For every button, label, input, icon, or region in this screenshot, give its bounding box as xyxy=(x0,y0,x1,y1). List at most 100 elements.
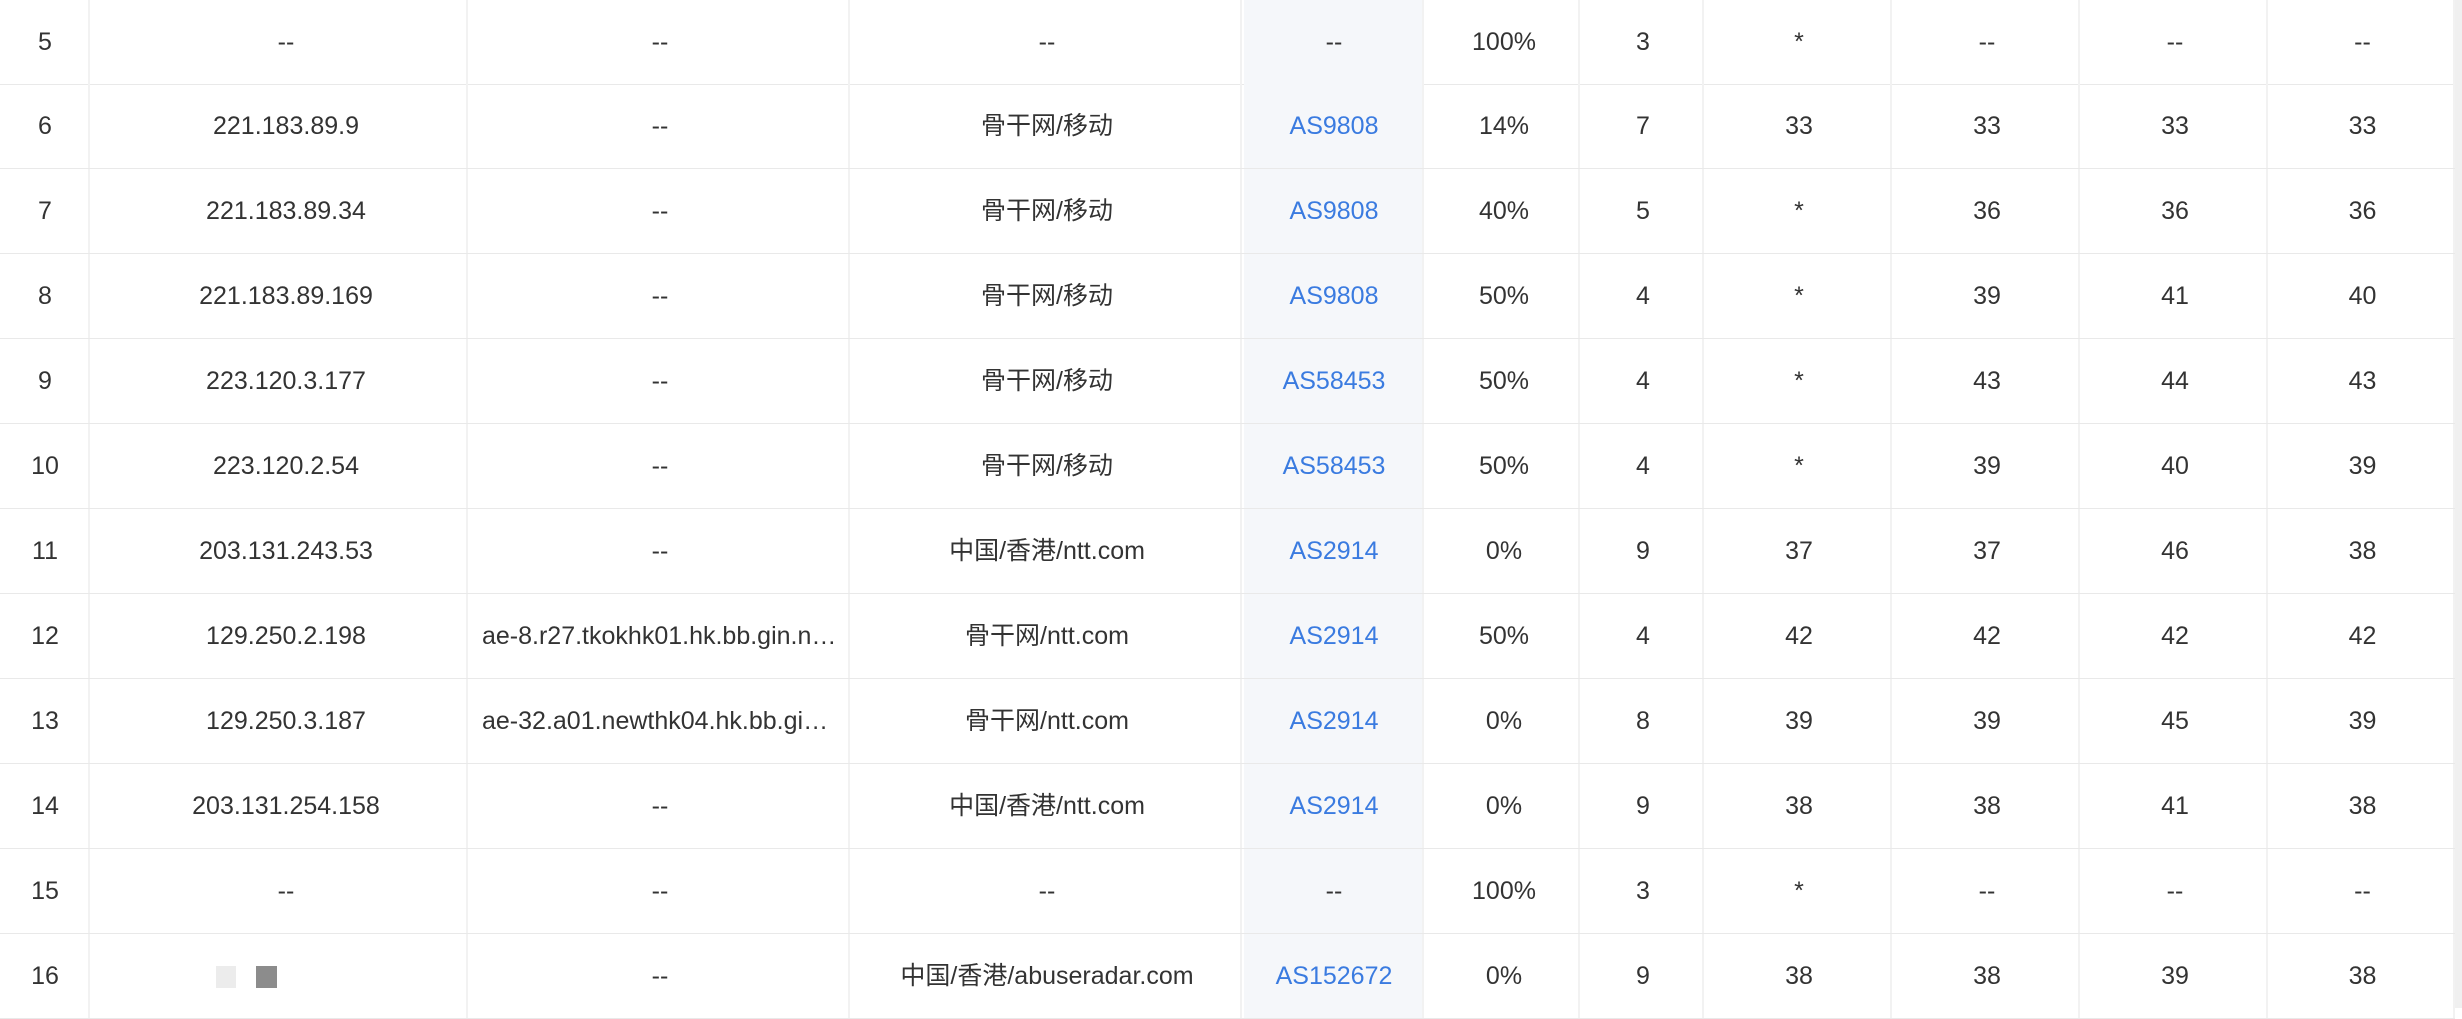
traceroute-table: 5 -- -- -- -- 100% 3 * -- -- -- 6 221.183.89.9 -- 骨干网/… xyxy=(0,0,2455,1019)
packet-loss: 0% xyxy=(1428,764,1580,848)
table-row: 8 221.183.89.169 -- 骨干网/移动 AS9808 50% 4 * 39 41 40 xyxy=(0,254,2455,339)
packets-sent: 9 xyxy=(1582,934,1704,1018)
geo-location: 骨干网/移动 xyxy=(852,424,1242,508)
packet-loss: 50% xyxy=(1428,254,1580,338)
geo-location: 骨干网/移动 xyxy=(852,339,1242,423)
vertical-scrollbar[interactable] xyxy=(2455,0,2462,1008)
latency-last: * xyxy=(1706,254,1892,338)
hostname: ae-8.r27.tkokhk01.hk.bb.gin.ntt.net xyxy=(470,594,850,678)
latency-last: 37 xyxy=(1706,509,1892,593)
geo-location: -- xyxy=(852,0,1242,84)
latency-avg: -- xyxy=(1894,0,2080,84)
table-row: 11 203.131.243.53 -- 中国/香港/ntt.com AS2914 0% 9… xyxy=(0,509,2455,594)
ip-address: 203.131.254.158 xyxy=(104,764,468,848)
asn-link[interactable]: AS9808 xyxy=(1244,84,1424,168)
hop-number: 13 xyxy=(0,679,90,763)
latency-worst: -- xyxy=(2270,0,2455,84)
latency-last: * xyxy=(1706,849,1892,933)
hostname: -- xyxy=(470,764,850,848)
hostname: -- xyxy=(470,0,850,84)
hostname: -- xyxy=(470,169,850,253)
latency-worst: 38 xyxy=(2270,764,2455,848)
latency-avg: 33 xyxy=(1894,84,2080,168)
latency-worst: 39 xyxy=(2270,424,2455,508)
packets-sent: 4 xyxy=(1582,594,1704,678)
geo-location: 骨干网/ntt.com xyxy=(852,679,1242,763)
geo-location: 中国/香港/ntt.com xyxy=(852,764,1242,848)
latency-last: 42 xyxy=(1706,594,1892,678)
packets-sent: 8 xyxy=(1582,679,1704,763)
hop-number: 12 xyxy=(0,594,90,678)
asn-link[interactable]: AS2914 xyxy=(1244,594,1424,678)
asn-link[interactable]: AS2914 xyxy=(1244,764,1424,848)
latency-best: 40 xyxy=(2082,424,2268,508)
ip-address: 223.120.2.54 xyxy=(104,424,468,508)
asn-link[interactable]: AS58453 xyxy=(1244,339,1424,423)
latency-worst: 38 xyxy=(2270,934,2455,1018)
ip-address: 223.120.3.177 xyxy=(104,339,468,423)
asn-link[interactable]: AS58453 xyxy=(1244,424,1424,508)
latency-best: 36 xyxy=(2082,169,2268,253)
latency-best: 41 xyxy=(2082,764,2268,848)
redacted-ip-block xyxy=(256,966,277,988)
latency-best: 44 xyxy=(2082,339,2268,423)
latency-best: 46 xyxy=(2082,509,2268,593)
packets-sent: 4 xyxy=(1582,339,1704,423)
hop-number: 15 xyxy=(0,849,90,933)
packet-loss: 0% xyxy=(1428,679,1580,763)
packets-sent: 5 xyxy=(1582,169,1704,253)
latency-worst: -- xyxy=(2270,849,2455,933)
packets-sent: 4 xyxy=(1582,254,1704,338)
hop-number: 7 xyxy=(0,169,90,253)
asn-link[interactable]: AS9808 xyxy=(1244,169,1424,253)
ip-address: -- xyxy=(104,0,468,84)
latency-avg: 39 xyxy=(1894,254,2080,338)
packets-sent: 9 xyxy=(1582,764,1704,848)
latency-avg: -- xyxy=(1894,849,2080,933)
table-row: 10 223.120.2.54 -- 骨干网/移动 AS58453 50% 4 * 39 40 39 xyxy=(0,424,2455,509)
latency-avg: 36 xyxy=(1894,169,2080,253)
hostname: -- xyxy=(470,849,850,933)
geo-location: 中国/香港/ntt.com xyxy=(852,509,1242,593)
latency-best: 42 xyxy=(2082,594,2268,678)
packet-loss: 0% xyxy=(1428,934,1580,1018)
asn-link: -- xyxy=(1244,849,1424,933)
asn-link[interactable]: AS2914 xyxy=(1244,509,1424,593)
latency-worst: 33 xyxy=(2270,84,2455,168)
packets-sent: 3 xyxy=(1582,0,1704,84)
packet-loss: 14% xyxy=(1428,84,1580,168)
hostname: -- xyxy=(470,509,850,593)
hostname: -- xyxy=(470,934,850,1018)
hostname: -- xyxy=(470,424,850,508)
ip-address: 129.250.3.187 xyxy=(104,679,468,763)
hop-number: 14 xyxy=(0,764,90,848)
latency-worst: 39 xyxy=(2270,679,2455,763)
latency-last: 38 xyxy=(1706,764,1892,848)
latency-avg: 39 xyxy=(1894,679,2080,763)
latency-last: 33 xyxy=(1706,84,1892,168)
latency-best: 39 xyxy=(2082,934,2268,1018)
latency-avg: 38 xyxy=(1894,764,2080,848)
ip-address xyxy=(104,934,468,1018)
geo-location: 骨干网/移动 xyxy=(852,254,1242,338)
hop-number: 16 xyxy=(0,934,90,1018)
asn-link[interactable]: AS9808 xyxy=(1244,254,1424,338)
latency-last: * xyxy=(1706,169,1892,253)
latency-avg: 37 xyxy=(1894,509,2080,593)
ip-address: 221.183.89.34 xyxy=(104,169,468,253)
latency-best: -- xyxy=(2082,849,2268,933)
table-row: 6 221.183.89.9 -- 骨干网/移动 AS9808 14% 7 33 33 33 33 xyxy=(0,84,2455,169)
table-row: 12 129.250.2.198 ae-8.r27.tkokhk01.hk.bb.g… xyxy=(0,594,2455,679)
latency-best: 45 xyxy=(2082,679,2268,763)
hop-number: 10 xyxy=(0,424,90,508)
latency-best: 41 xyxy=(2082,254,2268,338)
geo-location: 骨干网/ntt.com xyxy=(852,594,1242,678)
table-row: 7 221.183.89.34 -- 骨干网/移动 AS9808 40% 5 * 36 36 36 xyxy=(0,169,2455,254)
latency-worst: 42 xyxy=(2270,594,2455,678)
asn-link[interactable]: AS152672 xyxy=(1244,934,1424,1018)
packet-loss: 40% xyxy=(1428,169,1580,253)
packet-loss: 50% xyxy=(1428,424,1580,508)
latency-avg: 43 xyxy=(1894,339,2080,423)
asn-link[interactable]: AS2914 xyxy=(1244,679,1424,763)
ip-address: 203.131.243.53 xyxy=(104,509,468,593)
